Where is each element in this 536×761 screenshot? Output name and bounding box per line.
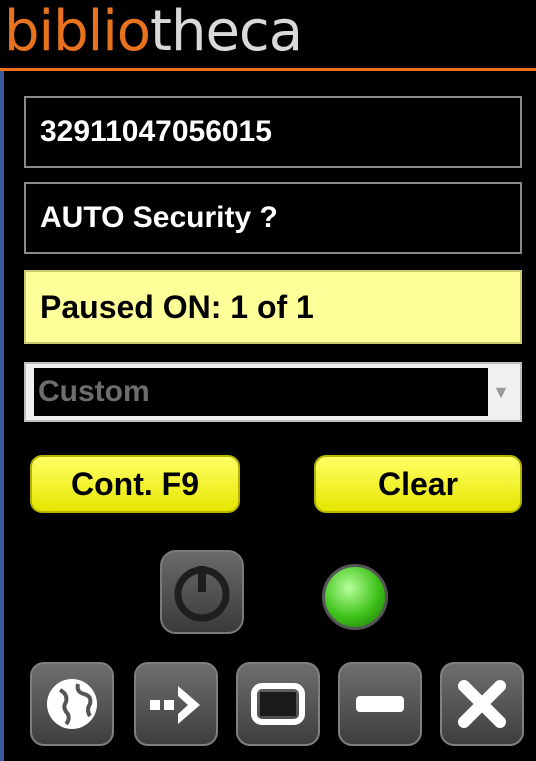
minimize-button[interactable] (338, 662, 422, 746)
barcode-field[interactable]: 32911047056015 (24, 96, 522, 168)
bibliotheca-logo: bibliotheca (4, 0, 303, 64)
close-button[interactable] (440, 662, 524, 746)
power-icon (174, 566, 230, 622)
web-button[interactable] (30, 662, 114, 746)
globe-icon (47, 679, 97, 729)
chevron-down-icon[interactable]: ▼ (492, 382, 510, 403)
window-button[interactable] (236, 662, 320, 746)
arrow-right-icon (150, 686, 200, 724)
clear-button[interactable]: Clear (314, 455, 522, 513)
status-panel: Paused ON: 1 of 1 (24, 270, 522, 344)
close-icon (458, 680, 506, 728)
power-button[interactable] (160, 550, 244, 634)
window-icon (251, 683, 305, 725)
continue-button[interactable]: Cont. F9 (30, 455, 240, 513)
mode-dropdown[interactable]: Custom ▼ (24, 362, 522, 422)
window-edge (0, 71, 4, 761)
next-button[interactable] (134, 662, 218, 746)
header-divider (0, 68, 536, 71)
minimize-icon (356, 696, 404, 712)
security-field[interactable]: AUTO Security ? (24, 182, 522, 254)
header-bar: bibliotheca (0, 0, 536, 66)
dropdown-value: Custom (34, 368, 488, 416)
status-led (322, 564, 388, 630)
